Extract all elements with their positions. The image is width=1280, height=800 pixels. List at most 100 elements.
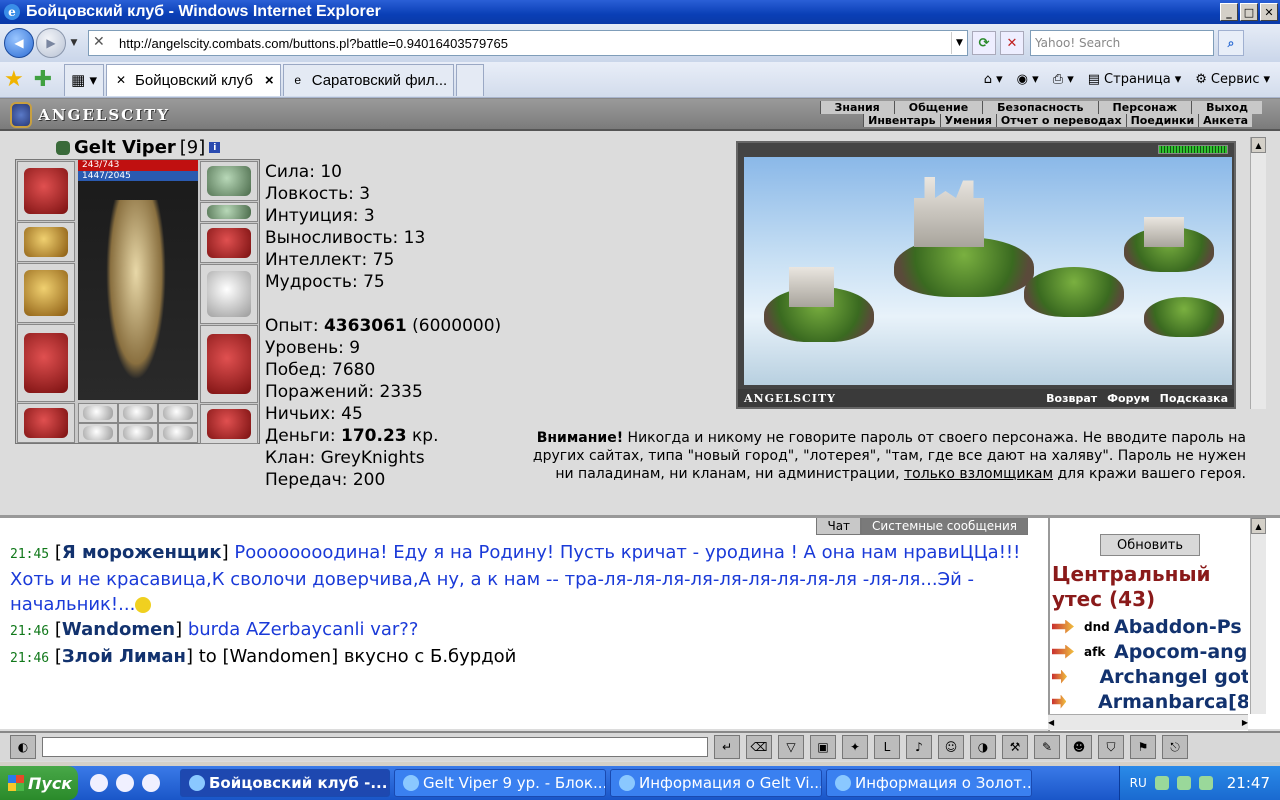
tray-icon[interactable] xyxy=(1198,776,1213,790)
scroll-right-icon[interactable]: ▶ xyxy=(1242,718,1248,727)
back-button[interactable]: ◀ xyxy=(4,28,34,58)
start-button[interactable]: Пуск xyxy=(0,766,78,800)
top-scrollbar[interactable]: ▲ xyxy=(1250,137,1266,409)
pants-slot[interactable] xyxy=(200,325,258,403)
weapon-slot[interactable] xyxy=(17,263,75,323)
save-icon[interactable]: ▣ xyxy=(810,735,836,759)
fight-icon[interactable]: ✦ xyxy=(842,735,868,759)
online-scrollbar[interactable]: ▲ xyxy=(1250,518,1266,714)
new-tab-button[interactable] xyxy=(456,63,485,96)
tools-menu[interactable]: ⚙ Сервис ▾ xyxy=(1195,72,1270,87)
menu-character[interactable]: Персонаж xyxy=(1097,101,1192,114)
history-dropdown[interactable]: ▼ xyxy=(68,38,80,48)
forum-link[interactable]: Форум xyxy=(1107,392,1150,405)
hint-link[interactable]: Подсказка xyxy=(1160,392,1228,405)
address-bar[interactable]: ✕ http://angelscity.combats.com/buttons.… xyxy=(88,30,968,56)
stop-icon[interactable]: ✕ xyxy=(1000,31,1024,55)
exit-icon[interactable]: ⎋ xyxy=(1162,735,1188,759)
tab-system-messages[interactable]: Системные сообщения xyxy=(861,518,1028,535)
message-nick[interactable]: Я мороженщик xyxy=(62,542,222,563)
return-link[interactable]: Возврат xyxy=(1046,392,1097,405)
language-indicator[interactable]: RU xyxy=(1130,776,1147,790)
forward-button[interactable]: ▶ xyxy=(36,28,66,58)
address-dropdown[interactable]: ▼ xyxy=(951,32,967,54)
hackers-link[interactable]: только взломщикам xyxy=(904,466,1053,482)
rune-slot[interactable] xyxy=(78,423,118,443)
refresh-icon[interactable]: ⟳ xyxy=(972,31,996,55)
info-icon[interactable]: i xyxy=(209,142,221,153)
quick-launch-icon[interactable] xyxy=(116,774,134,792)
scroll-left-icon[interactable]: ◀ xyxy=(1048,718,1054,727)
filter-icon[interactable]: ▽ xyxy=(778,735,804,759)
private-message-icon[interactable] xyxy=(1052,644,1074,659)
menu-knowledge[interactable]: Знания xyxy=(819,101,894,114)
minimize-button[interactable]: _ xyxy=(1220,3,1238,21)
private-message-icon[interactable] xyxy=(1052,669,1068,684)
quick-tabs-button[interactable]: ▦ ▾ xyxy=(64,63,105,96)
menu-exit[interactable]: Выход xyxy=(1191,101,1262,114)
floating-islands-image[interactable] xyxy=(744,157,1232,385)
task-fight-club[interactable]: Бойцовский клуб -... xyxy=(180,769,390,797)
home-icon[interactable]: ⌂ ▾ xyxy=(984,72,1003,87)
belt-slot[interactable] xyxy=(17,403,75,443)
scroll-up-icon[interactable]: ▲ xyxy=(1251,137,1266,153)
user-name[interactable]: Apocom-ang xyxy=(1114,641,1247,663)
user-name[interactable]: Abaddon-Ps xyxy=(1114,616,1242,638)
tab-saratov[interactable]: e Саратовский фил... xyxy=(282,63,455,96)
ring-slot[interactable] xyxy=(200,202,258,222)
tab-fight-club[interactable]: ✕ Бойцовский клуб × xyxy=(106,63,281,96)
user-row[interactable]: afk Apocom-ang xyxy=(1052,639,1248,664)
feeds-icon[interactable]: ◉ ▾ xyxy=(1017,72,1039,87)
add-favorites-icon[interactable]: ✚ xyxy=(34,67,52,92)
tool-icon[interactable]: ⚒ xyxy=(1002,735,1028,759)
maximize-button[interactable]: □ xyxy=(1240,3,1258,21)
tray-icon[interactable] xyxy=(1176,776,1191,790)
hide-icon[interactable]: ◑ xyxy=(970,735,996,759)
group-icon[interactable]: ☻ xyxy=(1066,735,1092,759)
user-row[interactable]: Armanbarca[8 xyxy=(1052,689,1248,714)
quick-launch-icon[interactable] xyxy=(90,774,108,792)
task-info-zolot[interactable]: Информация о Золот... xyxy=(826,769,1032,797)
search-input[interactable]: Yahoo! Search xyxy=(1030,30,1214,56)
chat-input[interactable] xyxy=(42,737,708,757)
tab-chat[interactable]: Чат xyxy=(816,518,862,535)
message-nick[interactable]: Злой Лиман xyxy=(62,646,186,667)
flag-icon[interactable]: ⚑ xyxy=(1130,735,1156,759)
user-row[interactable]: dnd Abaddon-Ps xyxy=(1052,614,1248,639)
rune-slot[interactable] xyxy=(158,403,198,423)
rune-slot[interactable] xyxy=(78,403,118,423)
sound-icon[interactable]: ♪ xyxy=(906,735,932,759)
refresh-button[interactable]: Обновить xyxy=(1100,534,1200,556)
close-tab-icon[interactable]: × xyxy=(265,72,274,89)
online-hscrollbar[interactable]: ◀ ▶ xyxy=(1048,714,1248,730)
armor-slot[interactable] xyxy=(17,324,75,402)
scroll-up-icon[interactable]: ▲ xyxy=(1251,518,1266,534)
gloves-slot[interactable] xyxy=(200,223,258,263)
pen-icon[interactable]: ✎ xyxy=(1034,735,1060,759)
message-nick[interactable]: Wandomen xyxy=(62,619,175,640)
task-blog[interactable]: Gelt Viper 9 ур. - Блок... xyxy=(394,769,606,797)
amulet-slot[interactable] xyxy=(200,161,258,201)
menu-transfers[interactable]: Отчет о переводах xyxy=(995,114,1126,127)
user-row[interactable]: Archangel got xyxy=(1052,664,1248,689)
shield-icon[interactable]: ⛉ xyxy=(1098,735,1124,759)
tray-icon[interactable] xyxy=(1154,776,1169,790)
shield-slot[interactable] xyxy=(200,264,258,324)
menu-social[interactable]: Общение xyxy=(893,101,983,114)
print-icon[interactable]: ⎙ ▾ xyxy=(1053,72,1074,87)
favorites-star-icon[interactable]: ★ xyxy=(4,67,24,92)
send-icon[interactable]: ↵ xyxy=(714,735,740,759)
page-menu[interactable]: ▤ Страница ▾ xyxy=(1088,72,1181,87)
private-message-icon[interactable] xyxy=(1052,619,1074,634)
rune-slot[interactable] xyxy=(158,423,198,443)
translit-icon[interactable]: L xyxy=(874,735,900,759)
menu-skills[interactable]: Умения xyxy=(939,114,996,127)
menu-profile[interactable]: Анкета xyxy=(1198,114,1252,127)
rune-slot[interactable] xyxy=(118,403,158,423)
clear-icon[interactable]: ⌫ xyxy=(746,735,772,759)
menu-inventory[interactable]: Инвентарь xyxy=(863,114,940,127)
helmet-slot[interactable] xyxy=(17,161,75,221)
menu-fights[interactable]: Поединки xyxy=(1125,114,1199,127)
smiles-icon[interactable]: ☺ xyxy=(938,735,964,759)
menu-security[interactable]: Безопасность xyxy=(982,101,1098,114)
